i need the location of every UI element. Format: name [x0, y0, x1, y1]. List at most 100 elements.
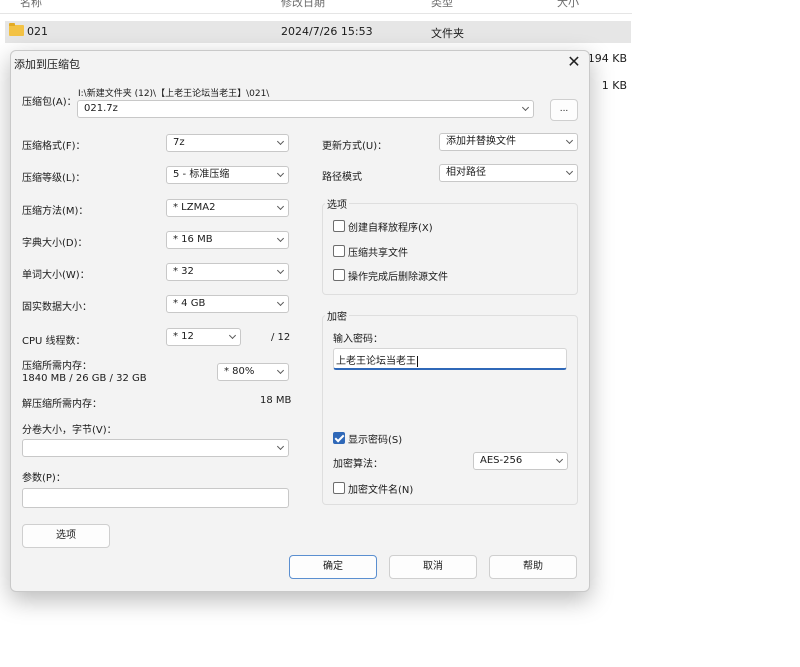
- column-name[interactable]: 名称: [20, 0, 42, 10]
- path-mode-label: 路径模式: [322, 172, 362, 183]
- format-select[interactable]: 7z: [166, 134, 289, 152]
- archive-name-value: 021.7z: [84, 103, 118, 114]
- dict-select[interactable]: * 16 MB: [166, 231, 289, 249]
- solid-select[interactable]: * 4 GB: [166, 295, 289, 313]
- method-label: 压缩方法(M)：: [22, 206, 89, 217]
- close-button[interactable]: ✕: [562, 52, 586, 72]
- column-modified[interactable]: 修改日期: [281, 0, 325, 10]
- file-size: 1 KB: [601, 79, 627, 92]
- help-button[interactable]: 帮助: [489, 555, 577, 579]
- params-label: 参数(P)：: [22, 473, 66, 484]
- method-value: * LZMA2: [173, 202, 216, 213]
- chevron-down-icon: [565, 167, 574, 176]
- params-input[interactable]: [22, 488, 289, 508]
- show-password-label: 显示密码(S): [348, 434, 403, 446]
- threads-value: * 12: [173, 331, 194, 342]
- solid-label: 固实数据大小：: [22, 302, 92, 313]
- checkbox-icon: [333, 269, 345, 281]
- close-icon: ✕: [567, 52, 581, 71]
- threads-select[interactable]: * 12: [166, 328, 241, 346]
- file-row-021[interactable]: 021 2024/7/26 15:53 文件夹: [5, 21, 631, 43]
- format-label: 压缩格式(F)：: [22, 141, 86, 152]
- ok-button[interactable]: 确定: [289, 555, 377, 579]
- chevron-down-icon: [521, 103, 530, 112]
- checkbox-icon: [333, 245, 345, 257]
- level-label: 压缩等级(L)：: [22, 173, 86, 184]
- chevron-down-icon: [276, 202, 285, 211]
- threads-label: CPU 线程数：: [22, 336, 86, 347]
- memory-usage-value: * 80%: [224, 366, 255, 377]
- folder-icon: [9, 23, 24, 36]
- chevron-down-icon: [228, 331, 237, 340]
- checkbox-icon: [333, 220, 345, 232]
- memory-detail: 1840 MB / 26 GB / 32 GB: [22, 373, 147, 384]
- file-type: 文件夹: [431, 27, 464, 40]
- method-select[interactable]: * LZMA2: [166, 199, 289, 217]
- chevron-down-icon: [276, 366, 285, 375]
- encryption-method-label: 加密算法：: [333, 459, 383, 470]
- chevron-down-icon: [276, 137, 285, 146]
- chevron-down-icon: [276, 298, 285, 307]
- compress-shared-label: 压缩共享文件: [348, 247, 408, 259]
- file-list-header: 名称 修改日期 类型 大小: [0, 0, 632, 14]
- update-mode-label: 更新方式(U)：: [322, 141, 388, 152]
- update-mode-select[interactable]: 添加并替换文件: [439, 133, 578, 151]
- file-name: 021: [27, 25, 48, 38]
- delete-source-label: 操作完成后删除源文件: [348, 271, 448, 283]
- update-mode-value: 添加并替换文件: [446, 136, 516, 147]
- archive-label: 压缩包(A)：: [22, 97, 77, 108]
- chevron-down-icon: [276, 169, 285, 178]
- encrypt-names-checkbox[interactable]: 加密文件名(N): [333, 481, 414, 496]
- memory-usage-select[interactable]: * 80%: [217, 363, 289, 381]
- word-select[interactable]: * 32: [166, 263, 289, 281]
- decompress-memory-value: 18 MB: [260, 395, 292, 406]
- chevron-down-icon: [555, 455, 564, 464]
- chevron-down-icon: [276, 442, 285, 451]
- checkbox-checked-icon: [333, 432, 345, 444]
- path-mode-value: 相对路径: [446, 167, 486, 178]
- encryption-method-select[interactable]: AES-256: [473, 452, 568, 470]
- decompress-memory-label: 解压缩所需内存：: [22, 399, 102, 410]
- level-select[interactable]: 5 - 标准压缩: [166, 166, 289, 184]
- dict-label: 字典大小(D)：: [22, 238, 88, 249]
- browse-button[interactable]: ...: [550, 99, 578, 121]
- chevron-down-icon: [276, 266, 285, 275]
- create-sfx-label: 创建自释放程序(X): [348, 222, 433, 234]
- dialog-title: 添加到压缩包: [14, 58, 80, 71]
- password-label: 输入密码：: [333, 334, 383, 345]
- show-password-checkbox[interactable]: 显示密码(S): [333, 431, 403, 446]
- encryption-method-value: AES-256: [480, 455, 523, 466]
- archive-path: I:\新建文件夹 (12)\【上老王论坛当老王】\021\: [78, 89, 270, 99]
- file-size: 194 KB: [587, 52, 627, 65]
- dict-value: * 16 MB: [173, 234, 213, 245]
- solid-value: * 4 GB: [173, 298, 206, 309]
- word-value: * 32: [173, 266, 194, 277]
- split-size-combo[interactable]: [22, 439, 289, 457]
- chevron-down-icon: [276, 234, 285, 243]
- checkbox-icon: [333, 482, 345, 494]
- memory-label: 压缩所需内存：: [22, 361, 92, 372]
- encryption-group-title: 加密: [325, 308, 349, 323]
- split-size-label: 分卷大小，字节(V)：: [22, 425, 117, 436]
- archive-name-combo[interactable]: 021.7z: [77, 100, 534, 118]
- file-modified: 2024/7/26 15:53: [281, 25, 373, 38]
- column-size[interactable]: 大小: [557, 0, 579, 10]
- path-mode-select[interactable]: 相对路径: [439, 164, 578, 182]
- level-value: 5 - 标准压缩: [173, 169, 230, 180]
- cancel-button[interactable]: 取消: [389, 555, 477, 579]
- password-input[interactable]: 上老王论坛当老王: [333, 348, 567, 370]
- encrypt-names-label: 加密文件名(N): [348, 484, 414, 496]
- delete-source-checkbox[interactable]: 操作完成后删除源文件: [333, 268, 448, 283]
- text-caret: [417, 355, 418, 367]
- threads-total: / 12: [271, 332, 291, 343]
- add-to-archive-dialog: 添加到压缩包 ✕ 压缩包(A)： I:\新建文件夹 (12)\【上老王论坛当老王…: [10, 50, 590, 592]
- chevron-down-icon: [565, 136, 574, 145]
- create-sfx-checkbox[interactable]: 创建自释放程序(X): [333, 219, 433, 234]
- options-button[interactable]: 选项: [22, 524, 110, 548]
- column-type[interactable]: 类型: [431, 0, 453, 10]
- format-value: 7z: [173, 137, 185, 148]
- password-value: 上老王论坛当老王: [336, 356, 416, 367]
- compress-shared-checkbox[interactable]: 压缩共享文件: [333, 244, 408, 259]
- options-group-title: 选项: [325, 196, 349, 211]
- word-label: 单词大小(W)：: [22, 270, 90, 281]
